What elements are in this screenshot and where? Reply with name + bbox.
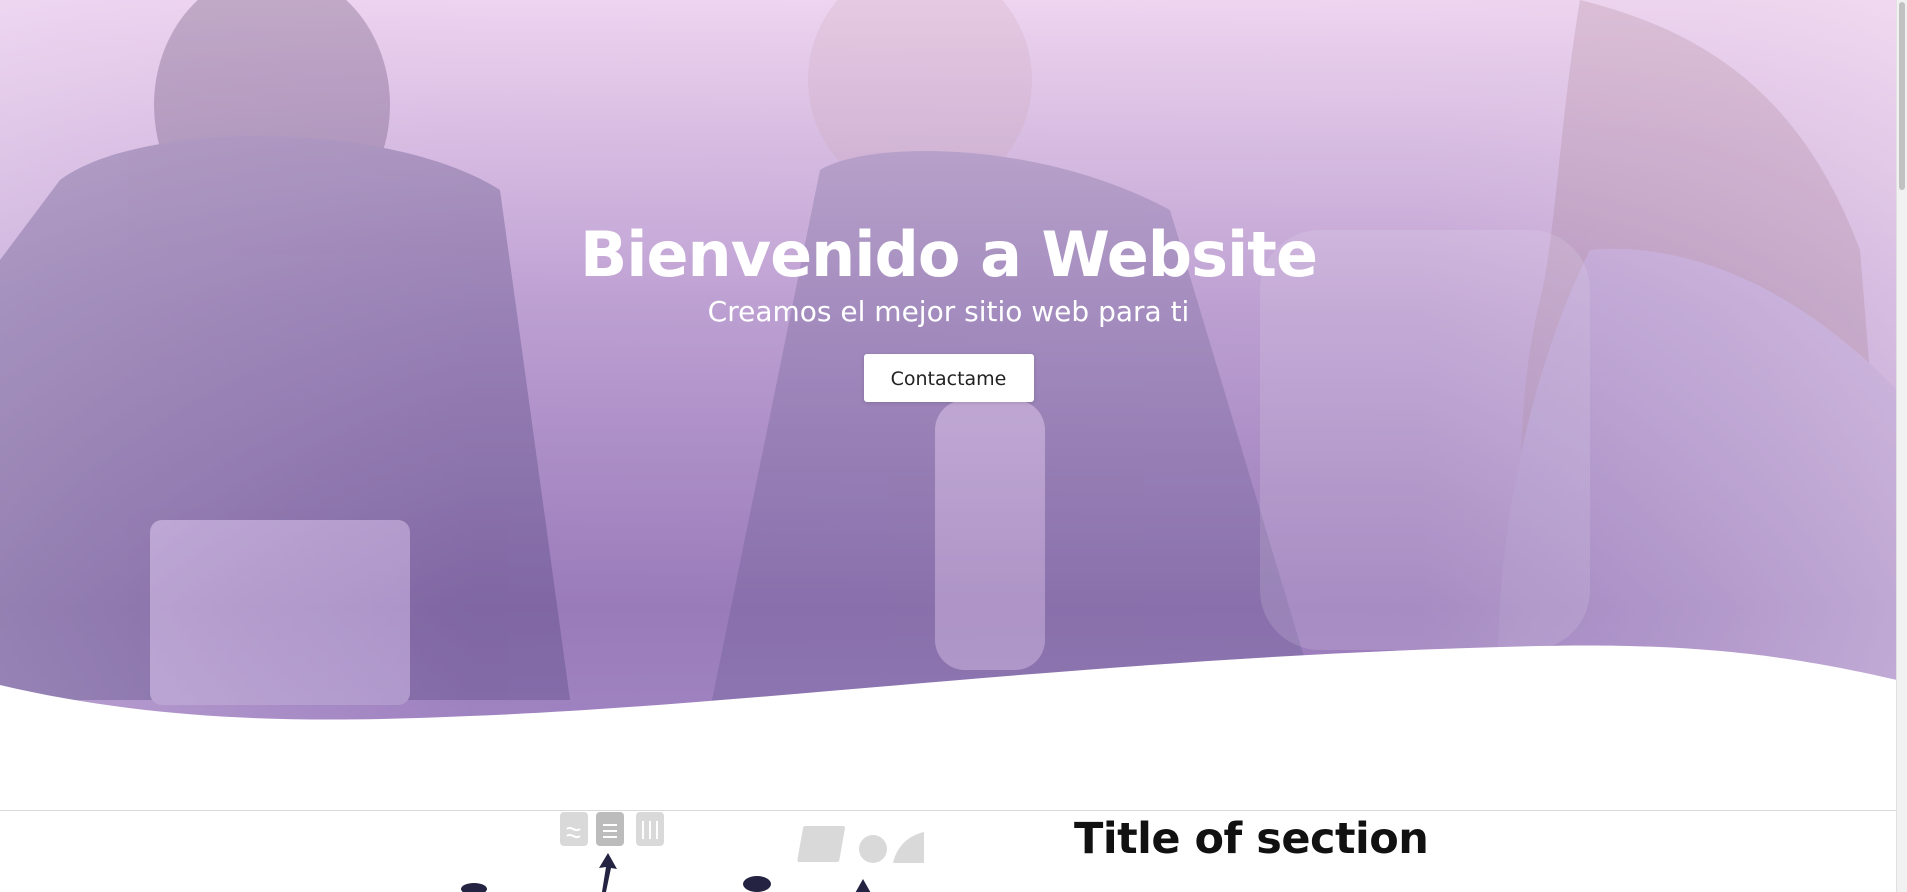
hero-content: Bienvenido a Website Creamos el mejor si…: [0, 218, 1897, 402]
circle-icon: [859, 835, 887, 863]
hero-title: Bienvenido a Website: [580, 218, 1318, 291]
hero-section: Bienvenido a Website Creamos el mejor si…: [0, 0, 1897, 810]
section-illustration: [461, 812, 924, 892]
quarter-shape-icon: [893, 832, 924, 863]
triangle-pointer-icon: [855, 879, 871, 892]
page-scrollbar[interactable]: [1896, 0, 1907, 892]
document-card-icon: [596, 812, 624, 846]
cube-icon: [797, 826, 846, 862]
person-head-right: [743, 876, 771, 892]
person-head-left: [461, 883, 487, 892]
contact-button[interactable]: Contactame: [863, 354, 1034, 402]
scrollbar-thumb[interactable]: [1899, 2, 1905, 190]
hero-subtitle: Creamos el mejor sitio web para ti: [707, 295, 1190, 328]
landing-page: Bienvenido a Website Creamos el mejor si…: [0, 0, 1907, 892]
section-title: Title of section: [1074, 814, 1429, 864]
content-section: Title of section: [0, 811, 1897, 892]
hero-background-image: [0, 0, 1897, 810]
arrow-up-icon: [599, 853, 617, 892]
